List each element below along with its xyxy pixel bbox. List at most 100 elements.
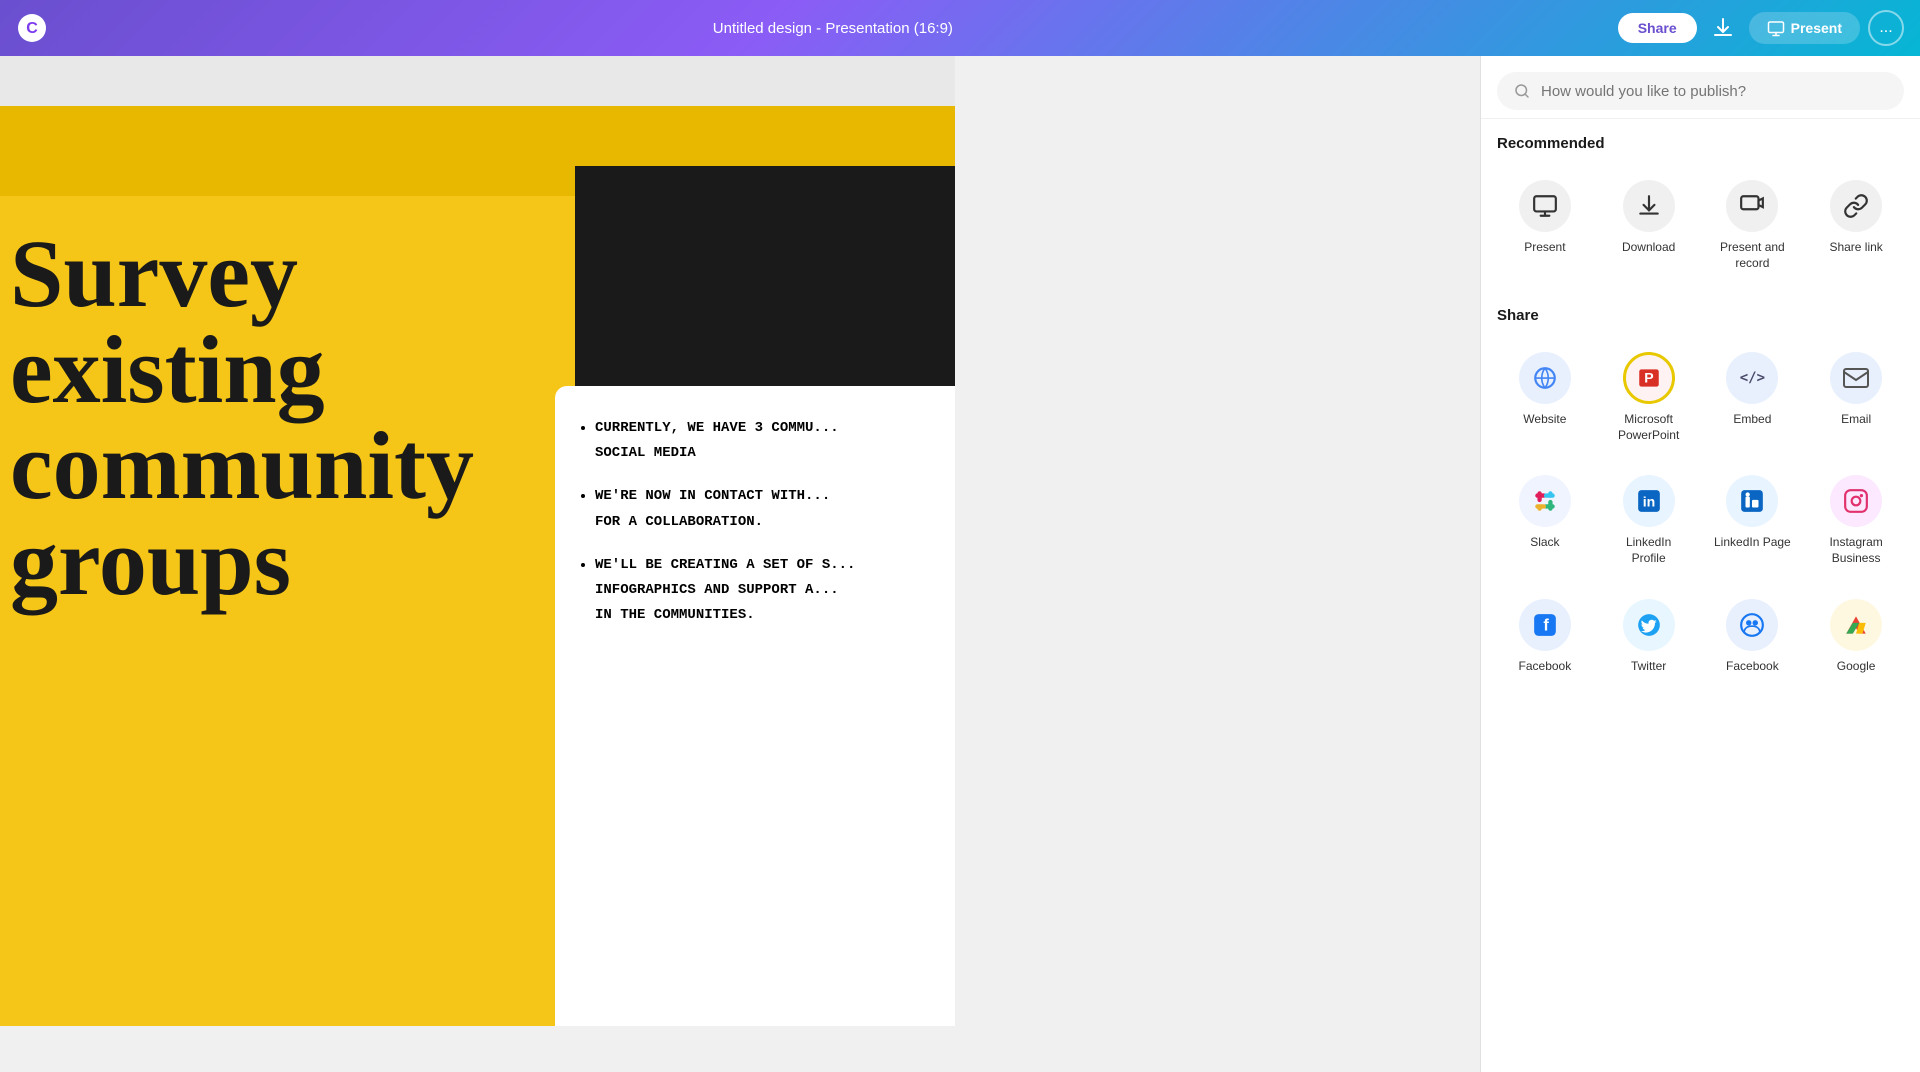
google-icon-circle <box>1830 599 1882 651</box>
recommended-section-title: Recommended <box>1497 135 1904 152</box>
share-link-label: Share link <box>1829 240 1882 256</box>
download-button[interactable] <box>1705 10 1741 46</box>
slide-top-bar <box>0 56 955 106</box>
document-title: Untitled design - Presentation (16:9) <box>713 20 953 37</box>
facebook-icon-circle: f <box>1519 599 1571 651</box>
present-icon-circle <box>1519 180 1571 232</box>
recommended-item-download[interactable]: Download <box>1601 168 1697 283</box>
website-icon <box>1532 365 1558 391</box>
panel-scroll[interactable]: Recommended Present Download <box>1481 119 1920 1072</box>
present-label: Present <box>1524 240 1565 256</box>
download-label: Download <box>1622 240 1675 256</box>
share-item-google[interactable]: Google <box>1808 587 1904 687</box>
present-record-icon <box>1739 193 1765 219</box>
slide-black-rect <box>575 166 955 396</box>
app-header: C Untitled design - Presentation (16:9) … <box>0 0 1920 56</box>
present-button[interactable]: Present <box>1749 12 1860 44</box>
download-icon <box>1636 193 1662 219</box>
recommended-grid: Present Download Present and record <box>1497 168 1904 283</box>
slide-title: Surveyexistingcommunitygroups <box>0 226 474 610</box>
website-label: Website <box>1523 412 1566 428</box>
search-icon <box>1513 82 1531 100</box>
present-record-icon-circle <box>1726 180 1778 232</box>
svg-text:P: P <box>1644 370 1653 386</box>
share-button[interactable]: Share <box>1618 13 1697 43</box>
share-item-email[interactable]: Email <box>1808 340 1904 455</box>
more-button[interactable]: ... <box>1868 10 1904 46</box>
slack-icon-circle <box>1519 475 1571 527</box>
slack-icon <box>1532 488 1558 514</box>
google-label: Google <box>1837 659 1876 675</box>
canvas-area: Surveyexistingcommunitygroups CURRENTLY,… <box>0 56 955 1072</box>
svg-text:f: f <box>1543 616 1549 634</box>
search-box <box>1481 56 1920 119</box>
embed-icon-circle: </> <box>1726 352 1778 404</box>
embed-label: Embed <box>1733 412 1771 428</box>
share-item-twitter[interactable]: Twitter <box>1601 587 1697 687</box>
present-record-label: Present and record <box>1713 240 1793 271</box>
linkedin-page-icon-circle <box>1726 475 1778 527</box>
google-icon <box>1843 612 1869 638</box>
recommended-item-share-link[interactable]: Share link <box>1808 168 1904 283</box>
email-icon <box>1843 368 1869 388</box>
email-label: Email <box>1841 412 1871 428</box>
linkedin-page-icon <box>1739 488 1765 514</box>
present-icon <box>1767 19 1785 37</box>
share-item-facebook2[interactable]: Facebook <box>1705 587 1801 687</box>
bullet-1: CURRENTLY, WE HAVE 3 COMMU...SOCIAL MEDI… <box>595 416 935 466</box>
share-grid: Website P Microsoft PowerPoint </> Embed <box>1497 340 1904 686</box>
linkedin-profile-label: LinkedIn Profile <box>1609 535 1689 566</box>
share-item-embed[interactable]: </> Embed <box>1705 340 1801 455</box>
right-panel: Recommended Present Download <box>1480 56 1920 1072</box>
powerpoint-icon: P <box>1636 365 1662 391</box>
instagram-label: Instagram Business <box>1816 535 1896 566</box>
facebook-label: Facebook <box>1519 659 1572 675</box>
share-section-title: Share <box>1497 307 1904 324</box>
powerpoint-label: Microsoft PowerPoint <box>1609 412 1689 443</box>
svg-text:C: C <box>26 20 38 37</box>
instagram-icon <box>1843 488 1869 514</box>
share-item-facebook[interactable]: f Facebook <box>1497 587 1593 687</box>
recommended-item-present-record[interactable]: Present and record <box>1705 168 1801 283</box>
facebook-icon: f <box>1532 612 1558 638</box>
download-icon <box>1711 16 1735 40</box>
recommended-item-present[interactable]: Present <box>1497 168 1593 283</box>
download-icon-circle <box>1623 180 1675 232</box>
header-left: C <box>16 12 48 44</box>
share-item-linkedin-page[interactable]: LinkedIn Page <box>1705 463 1801 578</box>
header-right: Share Present ... <box>1618 10 1904 46</box>
facebook2-icon <box>1739 612 1765 638</box>
present-icon <box>1532 193 1558 219</box>
linkedin-profile-icon-circle: in <box>1623 475 1675 527</box>
powerpoint-icon-circle: P <box>1623 352 1675 404</box>
slide-white-card: CURRENTLY, WE HAVE 3 COMMU...SOCIAL MEDI… <box>555 386 955 1026</box>
bullet-2: WE'RE NOW IN CONTACT WITH...FOR A COLLAB… <box>595 484 935 534</box>
search-inner <box>1497 72 1904 110</box>
linkedin-page-label: LinkedIn Page <box>1714 535 1791 551</box>
share-item-powerpoint[interactable]: P Microsoft PowerPoint <box>1601 340 1697 455</box>
twitter-icon-circle <box>1623 599 1675 651</box>
twitter-icon <box>1636 612 1662 638</box>
canva-logo-icon: C <box>16 12 48 44</box>
share-link-icon <box>1843 193 1869 219</box>
share-item-slack[interactable]: Slack <box>1497 463 1593 578</box>
twitter-label: Twitter <box>1631 659 1666 675</box>
slide-bullets: CURRENTLY, WE HAVE 3 COMMU...SOCIAL MEDI… <box>575 416 935 628</box>
linkedin-profile-icon: in <box>1636 488 1662 514</box>
present-label: Present <box>1791 20 1842 36</box>
website-icon-circle <box>1519 352 1571 404</box>
share-item-instagram[interactable]: Instagram Business <box>1808 463 1904 578</box>
bullet-3: WE'LL BE CREATING A SET OF S...INFOGRAPH… <box>595 553 935 629</box>
share-link-icon-circle <box>1830 180 1882 232</box>
svg-text:in: in <box>1642 494 1655 510</box>
embed-icon-text: </> <box>1740 370 1765 386</box>
slack-label: Slack <box>1530 535 1559 551</box>
email-icon-circle <box>1830 352 1882 404</box>
share-item-linkedin-profile[interactable]: in LinkedIn Profile <box>1601 463 1697 578</box>
instagram-icon-circle <box>1830 475 1882 527</box>
slide-content: Surveyexistingcommunitygroups CURRENTLY,… <box>0 106 955 1026</box>
facebook2-icon-circle <box>1726 599 1778 651</box>
share-item-website[interactable]: Website <box>1497 340 1593 455</box>
facebook2-label: Facebook <box>1726 659 1779 675</box>
search-input[interactable] <box>1541 83 1888 100</box>
